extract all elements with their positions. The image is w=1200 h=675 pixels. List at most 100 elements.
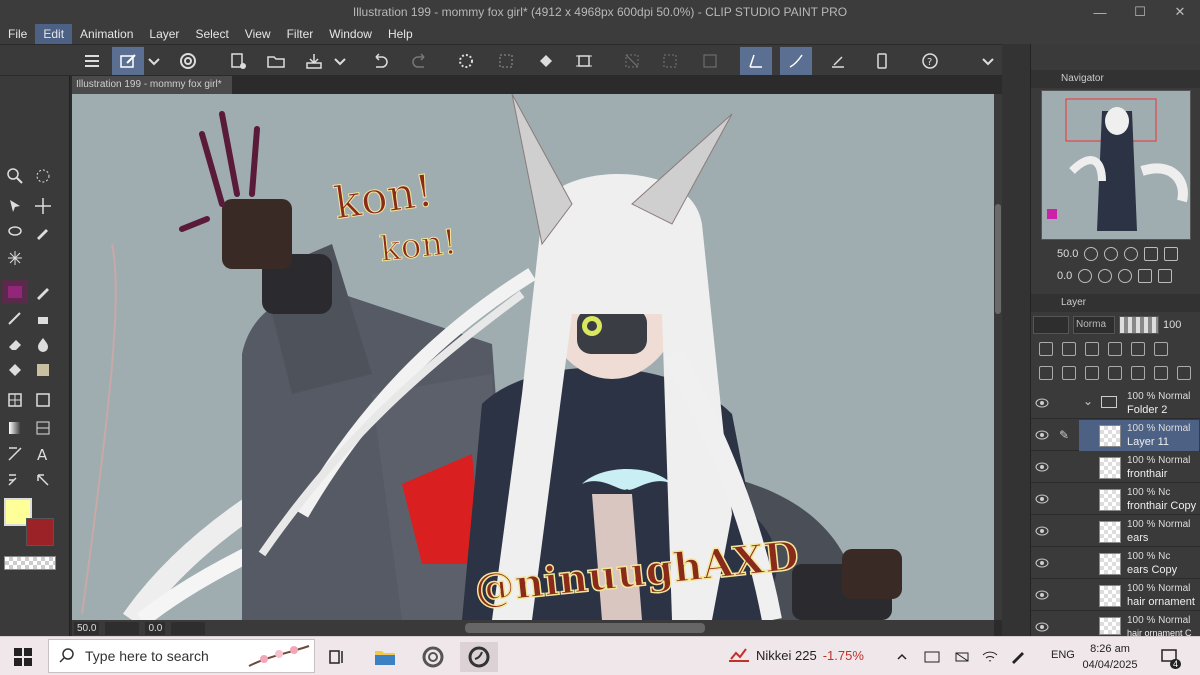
text-tool-icon[interactable]: A [30, 442, 56, 466]
angle-field[interactable]: 0.0 [145, 621, 166, 635]
new-folder-icon[interactable] [1085, 366, 1099, 380]
wifi-icon[interactable] [978, 642, 1002, 672]
clear-selection-icon[interactable] [490, 47, 522, 75]
document-tab[interactable]: Illustration 199 - mommy fox girl* ● [72, 76, 232, 108]
layer-row-ears[interactable]: 100 % Normal ears [1031, 516, 1200, 547]
eye-icon[interactable] [1035, 589, 1049, 601]
figure-tool-icon[interactable] [30, 388, 56, 412]
selection-tool-icon[interactable] [2, 220, 28, 244]
clip-layer-icon[interactable] [1039, 342, 1053, 356]
navigator-rotation-value[interactable]: 0.0 [1057, 270, 1072, 282]
clip-studio-paint-taskbar-icon[interactable] [460, 642, 498, 672]
maximize-button[interactable]: ☐ [1120, 0, 1160, 24]
meet-now-icon[interactable] [920, 642, 944, 672]
open-folder-icon[interactable] [260, 47, 292, 75]
gradient-icon[interactable] [2, 416, 28, 440]
opacity-value[interactable]: 100 [1163, 319, 1181, 331]
minimize-button[interactable]: — [1080, 0, 1120, 24]
new-vector-layer-icon[interactable] [1062, 366, 1076, 380]
grid-icon[interactable] [654, 47, 686, 75]
eyedropper-icon[interactable] [30, 220, 56, 244]
eye-icon[interactable] [1035, 429, 1049, 441]
clip-studio-taskbar-icon[interactable] [418, 642, 448, 672]
loading-spinner-icon[interactable] [450, 47, 482, 75]
zoom-in-icon[interactable] [1104, 247, 1119, 261]
folder-expand-chevron-icon[interactable]: ⌄ [1083, 394, 1093, 408]
network-disabled-icon[interactable] [950, 642, 974, 672]
angle-slider[interactable] [171, 621, 206, 635]
navigator-preview[interactable] [1041, 90, 1191, 240]
auto-select-icon[interactable] [2, 246, 28, 270]
eye-icon[interactable] [1035, 557, 1049, 569]
mask-enable-icon[interactable] [1131, 342, 1145, 356]
layer-row-hair-ornament[interactable]: 100 % Normal hair ornament [1031, 580, 1200, 611]
opacity-slider[interactable] [1119, 316, 1159, 334]
menu-filter[interactable]: Filter [279, 24, 322, 44]
menu-view[interactable]: View [237, 24, 279, 44]
layer-row-fronthair-copy[interactable]: 100 % Nc fronthair Copy [1031, 484, 1200, 515]
new-file-icon[interactable] [222, 47, 254, 75]
edit-mode-icon[interactable] [112, 47, 144, 75]
vertical-scroll-thumb[interactable] [995, 204, 1001, 314]
fit-icon[interactable] [1144, 247, 1159, 261]
zoom-tool-icon[interactable] [2, 164, 28, 188]
frame-icon[interactable] [694, 47, 726, 75]
eye-icon[interactable] [1035, 397, 1049, 409]
operation-tool-icon[interactable] [2, 194, 28, 218]
save-options-chevron-icon[interactable] [330, 47, 350, 75]
trash-icon[interactable] [1177, 366, 1191, 380]
save-icon[interactable] [298, 47, 330, 75]
menu-help[interactable]: Help [380, 24, 421, 44]
create-mask-icon[interactable] [1154, 366, 1168, 380]
file-explorer-icon[interactable] [370, 642, 400, 672]
close-button[interactable]: ✕ [1160, 0, 1200, 24]
menu-animation[interactable]: Animation [72, 24, 141, 44]
canvas-options-chevron-icon[interactable] [976, 47, 1000, 75]
notification-icon[interactable]: 4 [1155, 642, 1185, 672]
pen-pressure-icon[interactable] [740, 47, 772, 75]
zoom-field[interactable]: 50.0 [74, 621, 100, 635]
ruler-tool-icon[interactable] [30, 416, 56, 440]
rotate-reset-icon[interactable] [1118, 269, 1133, 283]
eye-icon[interactable] [1035, 525, 1049, 537]
pen-icon[interactable] [1006, 642, 1030, 672]
vector-line-icon[interactable] [2, 442, 28, 466]
correct-line-icon[interactable] [30, 468, 56, 492]
eye-icon[interactable] [1035, 621, 1049, 633]
redo-icon[interactable] [404, 47, 436, 75]
lock-icon[interactable] [1085, 342, 1099, 356]
merge-down-icon[interactable] [1131, 366, 1145, 380]
full-view-icon[interactable] [1164, 247, 1179, 261]
layer-row-fronthair[interactable]: 100 % Normal fronthair [1031, 452, 1200, 483]
menu-edit[interactable]: Edit [35, 24, 73, 44]
brush-tool-icon[interactable] [2, 306, 28, 330]
eye-icon[interactable] [1035, 461, 1049, 473]
layer-row-layer-11[interactable]: ✎ 100 % Normal Layer 11 [1031, 420, 1200, 451]
chevron-up-icon[interactable] [890, 642, 914, 672]
new-raster-layer-icon[interactable] [1039, 366, 1053, 380]
menu-select[interactable]: Select [187, 24, 236, 44]
balloon-tool-icon[interactable] [2, 468, 28, 492]
frame-border-icon[interactable] [2, 388, 28, 412]
fill-icon[interactable] [530, 47, 562, 75]
layer-row-ears-copy[interactable]: 100 % Nc ears Copy [1031, 548, 1200, 579]
move-tool-icon[interactable] [30, 194, 56, 218]
menu-window[interactable]: Window [321, 24, 380, 44]
windows-start-icon[interactable] [8, 642, 38, 672]
horizontal-scroll-thumb[interactable] [465, 623, 705, 633]
canvas[interactable]: kon! kon! @ninuughAXD [72, 94, 994, 620]
rotate-left-icon[interactable] [1078, 269, 1093, 283]
navigator-zoom-value[interactable]: 50.0 [1057, 248, 1078, 260]
undo-icon[interactable] [364, 47, 396, 75]
stabilizer-icon[interactable] [780, 47, 812, 75]
hamburger-menu-icon[interactable] [76, 47, 108, 75]
layer-row-folder-2[interactable]: ⌄ 100 % Normal Folder 2 [1031, 388, 1200, 419]
language-indicator[interactable]: ENG [1051, 649, 1075, 661]
taskbar-search[interactable]: Type here to search [48, 639, 315, 673]
rotate-right-icon[interactable] [1098, 269, 1113, 283]
blend-mode-select[interactable]: Norma [1073, 316, 1115, 334]
blend-tool-icon[interactable] [30, 332, 56, 356]
transform-icon[interactable] [568, 47, 600, 75]
show-ruler-icon[interactable] [616, 47, 648, 75]
pen-tool-icon[interactable] [2, 280, 28, 304]
